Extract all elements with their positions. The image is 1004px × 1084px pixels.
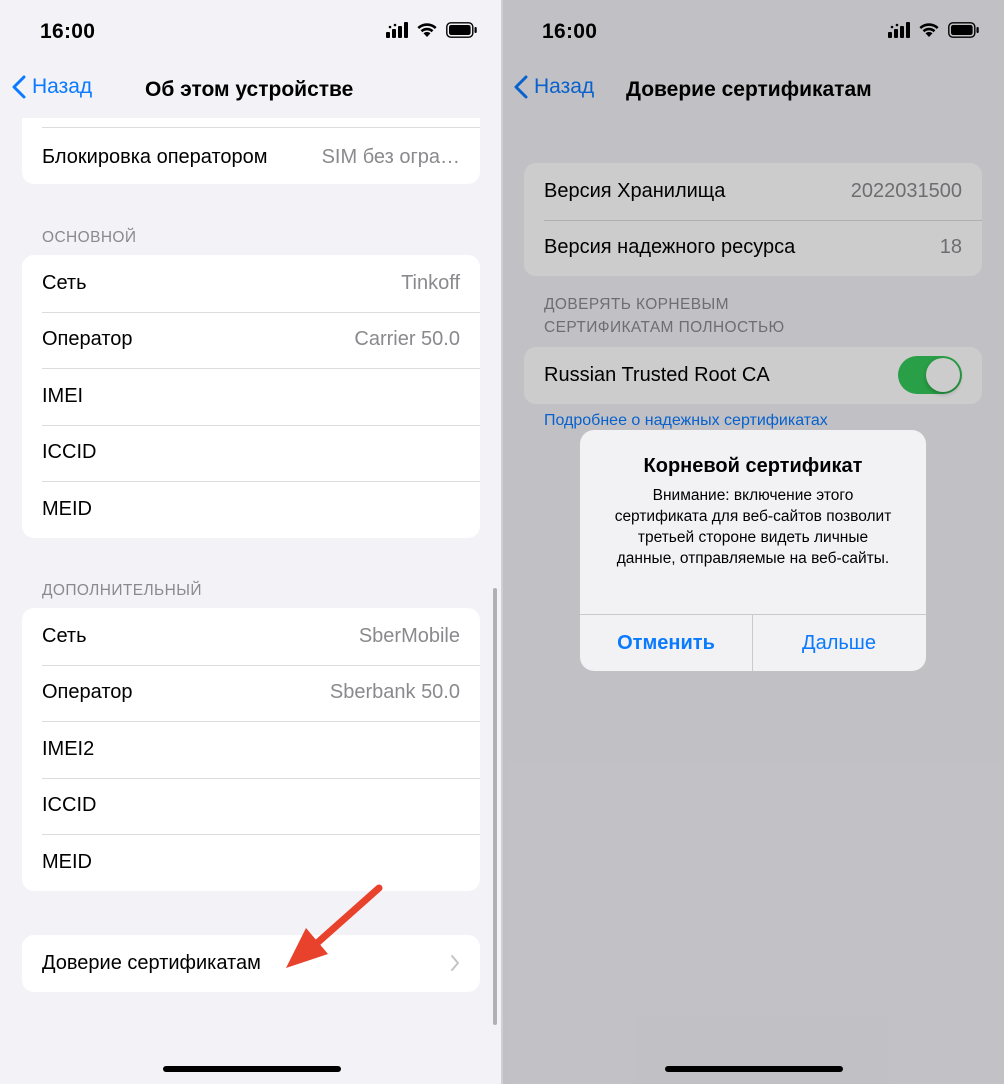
certificate-trust-row[interactable]: Доверие сертификатам [22,935,480,992]
row-network[interactable]: Сеть Tinkoff [22,255,480,312]
row-carrier[interactable]: Оператор Sberbank 50.0 [22,664,480,722]
row-iccid[interactable]: ICCID [22,777,480,835]
row-label: IMEI [42,384,84,407]
continue-button[interactable]: Дальше [753,615,925,671]
page-title: Об этом устройстве [145,78,354,101]
row-imei[interactable]: IMEI [22,368,480,425]
section-header-secondary: ДОПОЛНИТЕЛЬНЫЙ [42,582,202,599]
row-label: MEID [42,497,92,520]
row-value: SIM без огра… [321,145,460,168]
row-label: MEID [42,850,92,873]
annotation-arrow-icon [286,884,383,968]
row-value: Tinkoff [401,271,460,294]
alert-title: Корневой сертификат [643,455,863,477]
row-label: Доверие сертификатам [42,951,261,974]
cellular-signal-icon [386,22,408,38]
row-value: SberMobile [358,624,460,647]
row-label: ICCID [42,441,97,464]
row-divider [42,127,480,128]
chevron-right-icon [451,955,459,972]
status-time: 16:00 [40,20,96,43]
alert-message: Внимание: включение этого сертификата дл… [614,487,892,567]
back-label: Назад [32,75,93,98]
row-imei2[interactable]: IMEI2 [22,721,480,778]
root-certificate-alert: Корневой сертификат Внимание: включение … [580,430,926,671]
row-carrier[interactable]: Оператор Carrier 50.0 [22,311,480,369]
section-header-primary: ОСНОВНОЙ [42,229,137,246]
status-bar: 16:00 [0,0,502,62]
nav-bar: Назад Об этом устройстве [0,62,502,118]
certificate-trust-group: Доверие сертификатам [22,935,480,992]
about-device-screen: 16:00 Назад Об этом устройстве Блокировк… [0,0,502,1084]
row-label: Оператор [42,328,133,351]
battery-icon [446,22,477,38]
screenshot-stage: 16:00 Назад Об этом устройстве Блокировк… [0,0,1004,1084]
chevron-left-icon [12,75,26,99]
row-value: Sberbank 50.0 [329,681,460,704]
home-indicator[interactable] [163,1066,341,1072]
row-label: Блокировка оператором [42,145,268,168]
row-label: IMEI2 [42,737,95,760]
status-icons [386,22,478,38]
cancel-button[interactable]: Отменить [580,615,752,671]
row-meid[interactable]: MEID [22,834,480,891]
row-iccid[interactable]: ICCID [22,424,480,482]
secondary-sim-group: Сеть SberMobile Оператор Sberbank 50.0 I… [22,608,480,891]
back-button[interactable]: Назад [12,75,92,99]
row-meid[interactable]: MEID [22,481,480,538]
home-indicator[interactable] [665,1066,843,1072]
row-label: ICCID [42,794,97,817]
scrollbar[interactable] [493,588,497,1025]
row-value: Carrier 50.0 [354,328,460,351]
row-label: Сеть [42,271,87,294]
certificate-trust-screen: 16:00 Назад Доверие сертификатам Версия … [502,0,1004,1084]
wifi-icon [417,23,437,37]
primary-sim-group: Сеть Tinkoff Оператор Carrier 50.0 IMEI … [22,255,480,538]
row-label: Сеть [42,624,87,647]
row-label: Оператор [42,681,133,704]
row-network[interactable]: Сеть SberMobile [22,608,480,665]
panel-divider [501,0,503,1084]
